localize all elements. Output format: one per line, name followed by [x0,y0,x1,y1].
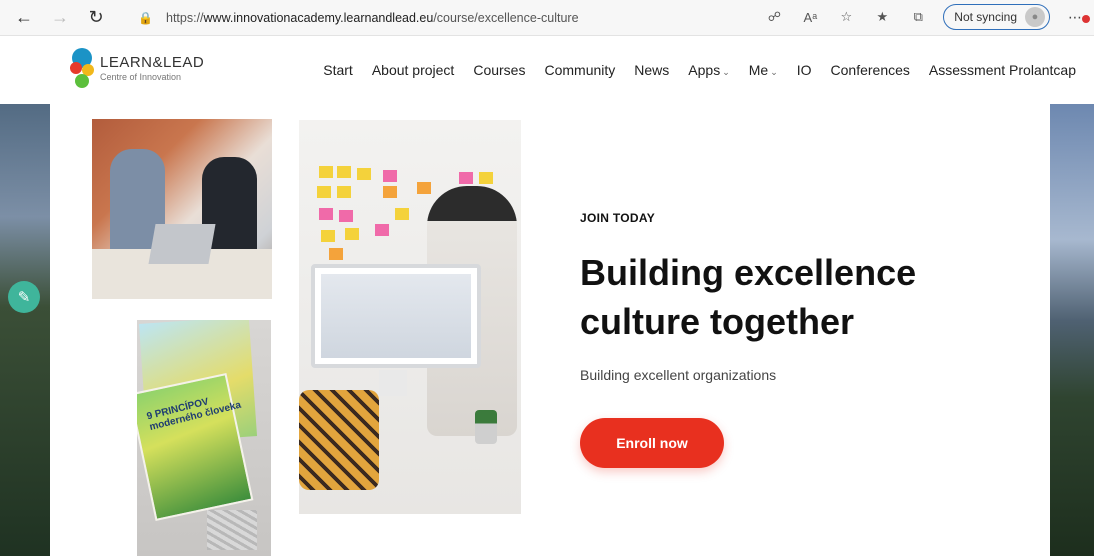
read-aloud-icon[interactable]: ☍ [763,9,785,25]
nav-assessment-prolantcap[interactable]: Assessment Prolantcap [929,62,1076,78]
photo-books: 9 PRINCÍPOV moderného človeka [137,320,271,556]
nav-courses[interactable]: Courses [473,62,525,78]
nav-apps[interactable]: Apps ⌄ [688,62,729,78]
nav-me[interactable]: Me ⌄ [749,62,778,78]
nav-community[interactable]: Community [544,62,615,78]
notification-dot [1082,14,1090,23]
nav-news[interactable]: News [634,62,669,78]
text-size-icon[interactable]: Aᵃ [799,10,821,25]
profile-icon: ● [1025,7,1045,27]
collections-icon[interactable]: ⧉ [907,9,929,25]
chevron-down-icon: ⌄ [722,67,730,77]
hero-panel: 9 PRINCÍPOV moderného človeka JOIN TODAY… [50,104,1050,556]
browser-toolbar: ← → ↻ 🔒 https://www.innovationacademy.le… [0,0,1094,36]
chevron-down-icon: ⌄ [770,67,778,77]
forward-icon[interactable]: → [46,4,74,32]
main-nav: Start About project Courses Community Ne… [323,62,1076,78]
lock-icon[interactable]: 🔒 [138,11,156,25]
nav-me-label: Me [748,62,769,78]
nav-start[interactable]: Start [323,62,353,78]
hero-eyebrow: JOIN TODAY [580,211,656,225]
background-mountain-image-right [1050,104,1094,556]
browser-tools: ☍ Aᵃ ☆ ★ ⧉ Not syncing ● ⋯ [763,4,1090,30]
more-icon[interactable]: ⋯ [1064,9,1090,26]
refresh-icon[interactable]: ↻ [82,4,110,32]
hero-text-block: JOIN TODAY Building excellence culture t… [580,211,1020,468]
sync-status-button[interactable]: Not syncing ● [943,4,1050,30]
hero-section: ✎ 9 PRINCÍPOV moderného človeka JOIN TOD… [0,104,1094,556]
back-icon[interactable]: ← [10,4,38,32]
hero-title-line2: culture together [580,301,855,342]
site-header: LEARN&LEAD Centre of Innovation Start Ab… [0,36,1094,104]
hero-title: Building excellence culture together [580,248,1020,346]
logo-mark-icon [70,48,94,88]
address-bar[interactable]: 🔒 https://www.innovationacademy.learnand… [138,5,798,31]
photo-team-at-monitor [299,120,521,514]
nav-conferences[interactable]: Conferences [831,62,910,78]
logo-name: LEARN&LEAD [100,54,205,71]
photo-high-five-meeting [92,119,272,299]
pencil-icon[interactable]: ✎ [8,281,40,313]
hero-subtitle: Building excellent organizations [580,367,777,383]
url-path: /course/excellence-culture [433,11,579,25]
sync-label: Not syncing [954,10,1017,24]
url-prefix: https:// [166,11,204,25]
nav-about-project[interactable]: About project [372,62,455,78]
site-logo[interactable]: LEARN&LEAD Centre of Innovation [70,48,204,88]
browser-nav-group: ← → ↻ [10,4,110,32]
enroll-now-button[interactable]: Enroll now [580,418,724,468]
nav-apps-label: Apps [688,62,721,78]
logo-text: LEARN&LEAD Centre of Innovation [100,54,204,82]
url-domain: www.innovationacademy.learnandlead.eu [203,11,434,25]
logo-tagline: Centre of Innovation [100,72,182,82]
favorites-icon[interactable]: ★ [871,9,893,25]
nav-io[interactable]: IO [797,62,812,78]
hero-title-line1: Building excellence [580,252,917,293]
add-favorite-icon[interactable]: ☆ [835,9,857,25]
background-mountain-image-left [0,104,50,556]
